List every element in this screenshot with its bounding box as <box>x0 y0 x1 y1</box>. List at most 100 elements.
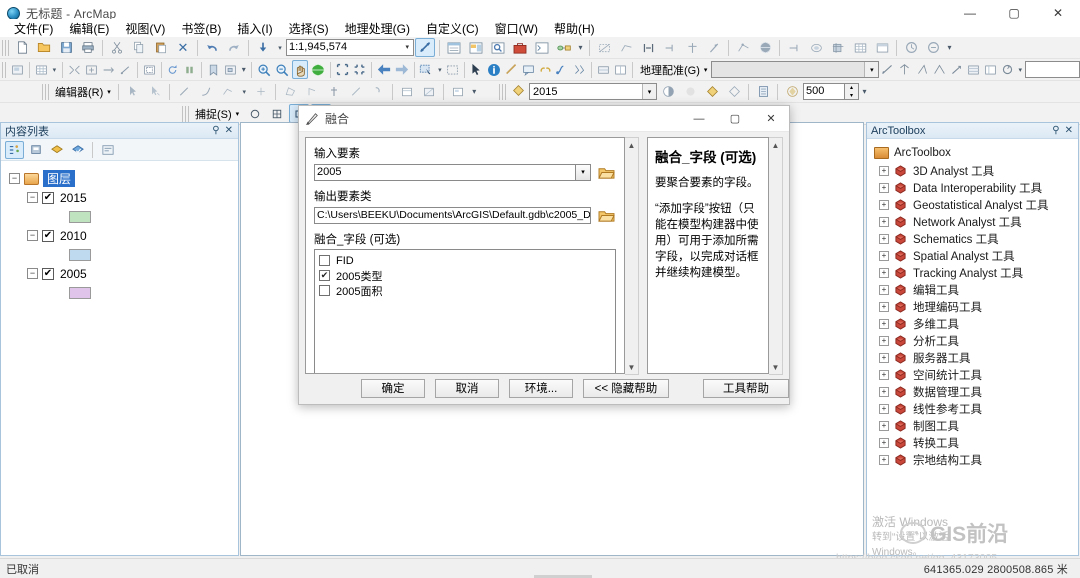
chevron-down-icon[interactable]: ▾ <box>864 62 879 77</box>
expander-icon[interactable]: − <box>9 173 20 184</box>
buffer-icon[interactable] <box>806 38 826 57</box>
catalog-icon[interactable] <box>466 38 486 57</box>
clip-icon[interactable] <box>828 38 848 57</box>
list-by-selection-icon[interactable] <box>68 141 87 159</box>
dialog-minimize-button[interactable]: — <box>681 106 717 132</box>
dialog-maximize-button[interactable]: ▢ <box>717 106 753 132</box>
redo-icon[interactable] <box>224 38 244 57</box>
toolbox-item-cartography[interactable]: + 制图工具 <box>871 417 1078 434</box>
refresh-view-icon[interactable] <box>165 60 180 79</box>
find-route-icon[interactable] <box>555 60 570 79</box>
topology-edit-icon[interactable] <box>733 38 753 57</box>
georeferencing-menu[interactable]: 地理配准(G) <box>636 62 704 78</box>
environments-button[interactable]: 环境... <box>509 378 573 398</box>
chevron-down-icon[interactable]: ▾ <box>405 40 411 55</box>
spatial-bookmark-icon[interactable] <box>206 60 221 79</box>
select-features-icon[interactable] <box>418 60 434 79</box>
select-dropdown-icon[interactable]: ▾ <box>436 60 443 79</box>
split-icon[interactable] <box>638 38 658 57</box>
ok-button[interactable]: 确定 <box>361 378 425 398</box>
fixed-zoom-out-icon[interactable] <box>352 60 367 79</box>
toc-root-label[interactable]: 图层 <box>43 170 76 187</box>
list-by-drawing-order-icon[interactable] <box>5 140 24 159</box>
snap-endpoint-icon[interactable] <box>267 104 287 123</box>
list-by-visibility-icon[interactable] <box>47 141 66 159</box>
toolbar-grip[interactable] <box>2 39 9 56</box>
undo-edit-icon[interactable] <box>901 38 921 57</box>
toolbar-grip[interactable] <box>182 105 189 122</box>
edit-annotation-icon[interactable] <box>145 82 165 101</box>
open-folder-icon[interactable] <box>34 38 54 57</box>
create-viewer-window-icon[interactable] <box>613 60 628 79</box>
toc-layer-2010[interactable]: − ✔ 2010 <box>9 226 238 245</box>
toolbox-item-multidimension[interactable]: + 多维工具 <box>871 315 1078 332</box>
field-checkbox[interactable] <box>319 285 330 296</box>
menu-bookmarks[interactable]: 书签(B) <box>173 19 229 38</box>
hyperlink-icon[interactable] <box>538 60 553 79</box>
toolbox-item-geocoding[interactable]: + 地理编码工具 <box>871 298 1078 315</box>
back-extent-icon[interactable] <box>376 60 392 79</box>
toc-layer-2015[interactable]: − ✔ 2015 <box>9 188 238 207</box>
menu-view[interactable]: 视图(V) <box>117 19 173 38</box>
reshape-icon[interactable] <box>682 38 702 57</box>
toc-layer-2005[interactable]: − ✔ 2005 <box>9 264 238 283</box>
snapping-menu[interactable]: 捕捉(S) <box>191 106 236 122</box>
construct-polygon-icon[interactable] <box>280 82 300 101</box>
menu-file[interactable]: 文件(F) <box>6 19 61 38</box>
vertex-icon[interactable] <box>324 82 344 101</box>
rotate-dropdown-icon[interactable]: ▾ <box>1017 60 1024 79</box>
close-icon[interactable]: ✕ <box>1065 125 1073 136</box>
construct-points-icon[interactable] <box>784 38 804 57</box>
pin-icon[interactable]: ⚲ <box>1052 125 1059 136</box>
transformation-icon[interactable] <box>932 60 947 79</box>
expander-icon[interactable]: − <box>27 230 38 241</box>
select-elements-icon[interactable] <box>469 60 484 79</box>
add-data-icon[interactable] <box>253 38 273 57</box>
toolbox-item-linear-referencing[interactable]: + 线性参考工具 <box>871 400 1078 417</box>
help-scrollbar[interactable]: ▲ ▼ <box>769 137 783 375</box>
toolbox-item-data-interoperability[interactable]: + Data Interoperability 工具 <box>871 179 1078 196</box>
snap-point-icon[interactable] <box>245 104 265 123</box>
expander-icon[interactable]: + <box>879 420 889 431</box>
toolbox-item-geostatistical-analyst[interactable]: + Geostatistical Analyst 工具 <box>871 196 1078 213</box>
edit-tool-icon[interactable] <box>123 82 143 101</box>
cut-icon[interactable] <box>107 38 127 57</box>
toolbar-grip[interactable] <box>42 83 49 100</box>
expander-icon[interactable]: + <box>879 369 889 380</box>
outline-symbol-icon[interactable] <box>724 82 744 101</box>
merge-table-icon[interactable] <box>872 38 892 57</box>
snap-settings-icon[interactable] <box>753 82 773 101</box>
fill-symbol-icon[interactable] <box>702 82 722 101</box>
curve-segment-icon[interactable] <box>196 82 216 101</box>
toolbox-item-3d-analyst[interactable]: + 3D Analyst 工具 <box>871 162 1078 179</box>
chevron-down-icon[interactable]: ▾ <box>642 84 656 99</box>
rotate-georef-icon[interactable] <box>1000 60 1015 79</box>
menu-help[interactable]: 帮助(H) <box>546 19 603 38</box>
toolbar-overflow-icon[interactable]: ▾ <box>945 38 954 57</box>
paste-icon[interactable] <box>151 38 171 57</box>
draw-polyline-icon[interactable] <box>616 38 636 57</box>
zoom-layout-icon[interactable] <box>67 60 82 79</box>
clear-selection-icon[interactable] <box>445 60 460 79</box>
toolbox-item-schematics[interactable]: + Schematics 工具 <box>871 230 1078 247</box>
add-data-dropdown-icon[interactable]: ▾ <box>275 38 285 57</box>
auto-adjust-icon[interactable] <box>914 60 929 79</box>
toolbar-overflow-icon[interactable]: ▾ <box>576 38 585 57</box>
find-icon[interactable] <box>521 60 536 79</box>
python-window-icon[interactable] <box>532 38 552 57</box>
menu-customize[interactable]: 自定义(C) <box>418 19 487 38</box>
expander-icon[interactable]: + <box>879 454 889 465</box>
construct-line-icon[interactable] <box>302 82 322 101</box>
edit-scale-list-icon[interactable] <box>415 38 435 57</box>
transparency-icon[interactable] <box>658 82 678 101</box>
search-icon[interactable] <box>488 38 508 57</box>
editor-menu[interactable]: 编辑器(R) <box>51 84 107 100</box>
expander-icon[interactable]: + <box>879 216 889 227</box>
toolbox-item-conversion[interactable]: + 转换工具 <box>871 434 1078 451</box>
toolbox-item-parcel-fabric[interactable]: + 宗地结构工具 <box>871 451 1078 468</box>
toc-symbol-2015[interactable] <box>9 207 238 226</box>
attributes-icon[interactable] <box>397 82 417 101</box>
layout-view-icon[interactable] <box>10 60 25 79</box>
new-document-icon[interactable] <box>12 38 32 57</box>
expander-icon[interactable]: + <box>879 437 889 448</box>
